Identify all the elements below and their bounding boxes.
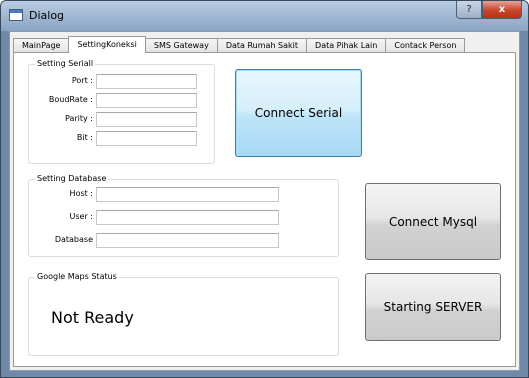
database-field[interactable] [96,233,279,248]
tab-data-pihak-lain[interactable]: Data Pihak Lain [306,38,387,53]
help-button[interactable]: ? [456,1,482,19]
parity-label: Parity : [65,114,93,123]
maps-status-text: Not Ready [51,308,134,327]
parity-field[interactable] [96,112,197,127]
maps-group-title: Google Maps Status [35,272,119,281]
close-button[interactable]: x [482,1,522,19]
tab-page-settingkoneksi: Setting Seriall Port : BoudRate : Parity… [13,52,516,367]
starting-server-button[interactable]: Starting SERVER [365,273,501,341]
tab-data-rumah-sakit[interactable]: Data Rumah Sakit [216,38,308,53]
serial-group-title: Setting Seriall [35,59,96,68]
host-field[interactable] [96,187,279,202]
host-label: Host : [69,189,93,198]
database-label: Database [54,235,93,244]
bit-field[interactable] [96,131,197,146]
tab-mainpage[interactable]: MainPage [13,38,70,53]
title-bar[interactable]: Dialog ? x [1,1,528,31]
window-app-icon [9,9,23,21]
user-label: User : [69,212,93,221]
baudrate-field[interactable] [96,93,197,108]
help-icon: ? [466,4,472,15]
window-controls: ? x [456,1,522,19]
connect-mysql-button[interactable]: Connect Mysql [365,183,501,260]
close-icon: x [498,4,506,15]
database-group-title: Setting Database [35,174,109,183]
connect-serial-button[interactable]: Connect Serial [235,69,362,157]
tab-settingkoneksi[interactable]: SettingKoneksi [68,36,146,53]
window-title: Dialog [29,9,65,22]
dialog-window: Dialog ? x MainPage SettingKoneksi SMS G… [0,0,529,378]
dialog-client-area: MainPage SettingKoneksi SMS Gateway Data… [9,31,520,371]
google-maps-status-group: Google Maps Status Not Ready [28,272,339,356]
baudrate-label: BoudRate : [48,95,93,104]
tab-sms-gateway[interactable]: SMS Gateway [144,38,218,53]
tab-bar: MainPage SettingKoneksi SMS Gateway Data… [13,36,466,53]
port-field[interactable] [96,74,197,89]
tab-contack-person[interactable]: Contack Person [385,38,466,53]
port-label: Port : [71,76,93,85]
bit-label: Bit : [76,133,93,142]
user-field[interactable] [96,210,279,225]
serial-settings-group: Setting Seriall Port : BoudRate : Parity… [28,59,215,164]
database-settings-group: Setting Database Host : User : Database [28,174,339,257]
